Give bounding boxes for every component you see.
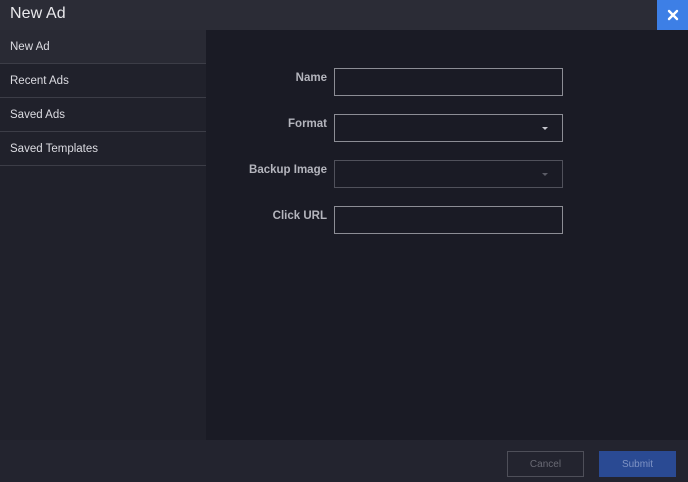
name-label: Name: [295, 72, 327, 84]
click-url-input[interactable]: [334, 206, 563, 234]
chevron-down-icon: [542, 127, 548, 130]
close-button[interactable]: [657, 0, 688, 30]
cancel-button[interactable]: Cancel: [507, 451, 584, 477]
sidebar-item-label: Recent Ads: [10, 74, 69, 87]
ad-form: Name Format Backup Image Click URL: [206, 30, 688, 440]
chevron-down-icon: [542, 173, 548, 176]
sidebar-item-saved-templates[interactable]: Saved Templates: [0, 132, 206, 166]
dialog-title: New Ad: [10, 5, 66, 22]
dialog-header: New Ad: [0, 0, 688, 30]
submit-button[interactable]: Submit: [599, 451, 676, 477]
name-input[interactable]: [334, 68, 563, 96]
sidebar-item-saved-ads[interactable]: Saved Ads: [0, 98, 206, 132]
sidebar-item-label: New Ad: [10, 40, 50, 53]
format-select[interactable]: [334, 114, 563, 142]
backup-image-select[interactable]: [334, 160, 563, 188]
click-url-label: Click URL: [272, 210, 327, 222]
format-label: Format: [288, 118, 327, 130]
backup-image-label: Backup Image: [249, 164, 327, 176]
sidebar-item-label: Saved Ads: [10, 108, 65, 121]
sidebar-item-label: Saved Templates: [10, 142, 99, 155]
sidebar-item-recent-ads[interactable]: Recent Ads: [0, 64, 206, 98]
new-ad-dialog: New Ad New Ad Recent Ads Saved Ads Saved…: [0, 0, 688, 482]
sidebar: New Ad Recent Ads Saved Ads Saved Templa…: [0, 30, 206, 440]
dialog-footer: Cancel Submit: [0, 440, 688, 482]
sidebar-item-new-ad[interactable]: New Ad: [0, 30, 206, 64]
close-icon: [667, 9, 678, 21]
